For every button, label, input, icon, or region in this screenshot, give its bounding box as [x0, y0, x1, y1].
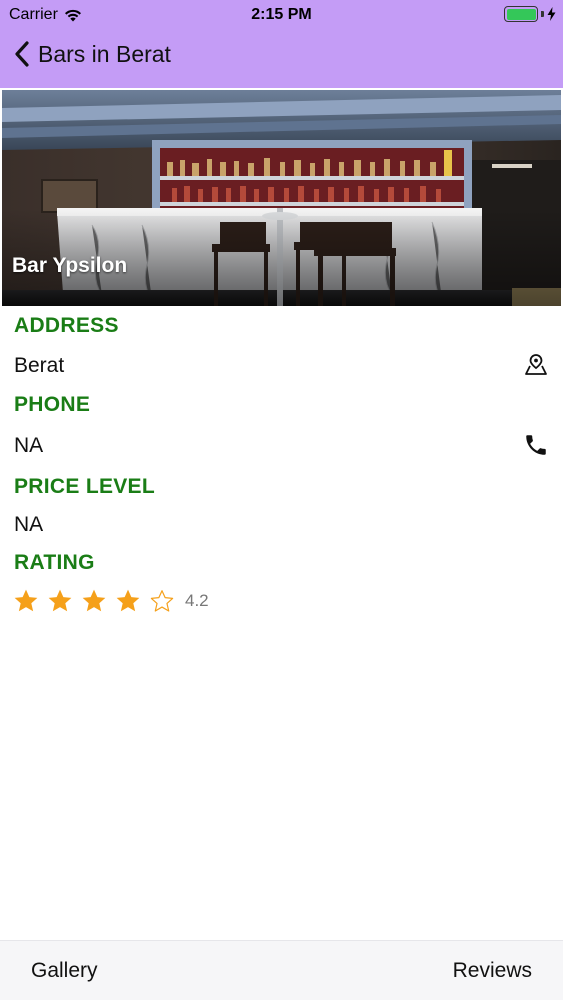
- address-value: Berat: [14, 354, 65, 377]
- address-label: ADDRESS: [14, 314, 119, 337]
- phone-value: NA: [14, 434, 44, 457]
- bottom-toolbar: Gallery Reviews: [0, 940, 563, 1000]
- star-filled-icon: [48, 589, 72, 612]
- price-level-label: PRICE LEVEL: [14, 475, 155, 498]
- battery-icon: [504, 6, 538, 22]
- phone-label: PHONE: [14, 393, 91, 416]
- rating-stars: 4.2: [13, 586, 209, 616]
- rating-label: RATING: [14, 551, 95, 574]
- star-filled-icon: [82, 589, 106, 612]
- phone-icon: [526, 435, 546, 455]
- venue-photo: Bar Ypsilon: [2, 90, 561, 306]
- battery-indicator: [504, 6, 556, 22]
- back-button[interactable]: Bars in Berat: [14, 40, 171, 68]
- map-pin-button[interactable]: [521, 350, 551, 380]
- star-empty-icon: [150, 590, 174, 612]
- star-filled-icon: [14, 589, 38, 612]
- map-pin-icon: [525, 354, 547, 375]
- chevron-left-icon: [15, 41, 29, 67]
- gallery-button[interactable]: Gallery: [31, 959, 98, 983]
- status-bar: Carrier 2:15 PM: [0, 0, 563, 30]
- reviews-button[interactable]: Reviews: [453, 959, 532, 983]
- navigation-header: Carrier 2:15 PM Bars in Berat: [0, 0, 563, 88]
- charging-bolt-icon: [547, 7, 556, 21]
- back-button-label: Bars in Berat: [38, 40, 171, 67]
- rating-value: 4.2: [185, 591, 209, 610]
- call-button[interactable]: [521, 430, 551, 460]
- status-time: 2:15 PM: [251, 6, 312, 23]
- star-filled-icon: [116, 589, 140, 612]
- price-level-value: NA: [14, 513, 44, 536]
- venue-name: Bar Ypsilon: [12, 254, 128, 277]
